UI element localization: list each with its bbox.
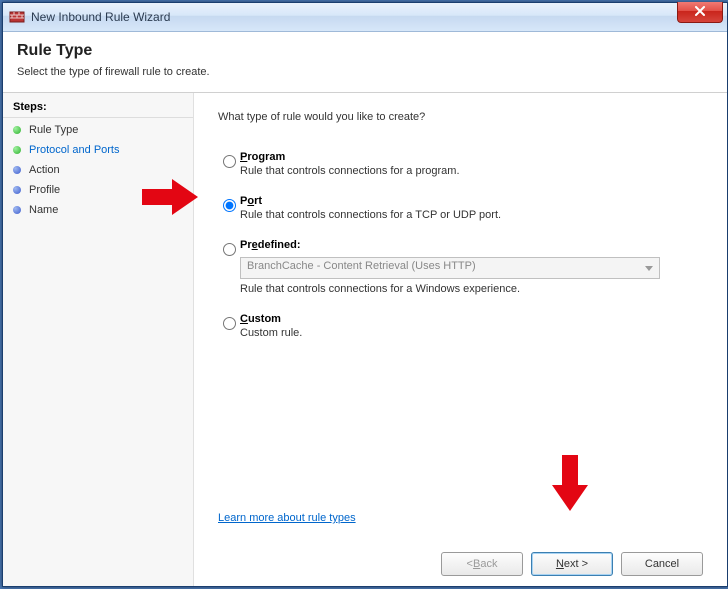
- close-icon: [694, 6, 706, 19]
- step-profile[interactable]: Profile: [3, 180, 193, 200]
- cancel-button[interactable]: Cancel: [621, 552, 703, 576]
- page-title: Rule Type: [17, 42, 713, 60]
- steps-heading: Steps:: [3, 99, 193, 118]
- step-protocol-ports[interactable]: Protocol and Ports: [3, 140, 193, 160]
- predefined-select-value: BranchCache - Content Retrieval (Uses HT…: [247, 260, 476, 272]
- window-title: New Inbound Rule Wizard: [31, 10, 170, 24]
- wizard-buttons: < Back Next > Cancel: [218, 532, 703, 576]
- step-rule-type[interactable]: Rule Type: [3, 120, 193, 140]
- step-bullet-icon: [13, 206, 21, 214]
- radio-port[interactable]: [223, 199, 236, 212]
- wizard-header: Rule Type Select the type of firewall ru…: [3, 32, 727, 93]
- predefined-select[interactable]: BranchCache - Content Retrieval (Uses HT…: [240, 257, 660, 279]
- annotation-arrow-next: [552, 455, 588, 511]
- option-program-label: rogram: [247, 151, 285, 163]
- radio-predefined[interactable]: [223, 243, 236, 256]
- page-subtitle: Select the type of firewall rule to crea…: [17, 66, 713, 78]
- step-label: Rule Type: [29, 124, 78, 136]
- close-button[interactable]: [677, 2, 723, 23]
- wizard-body: Steps: Rule Type Protocol and Ports Acti…: [3, 93, 727, 586]
- radio-custom[interactable]: [223, 317, 236, 330]
- step-bullet-icon: [13, 166, 21, 174]
- option-port-label: rt: [254, 195, 262, 207]
- step-name[interactable]: Name: [3, 200, 193, 220]
- option-predefined-label: defined:: [258, 239, 301, 251]
- option-program-desc: Rule that controls connections for a pro…: [240, 165, 703, 177]
- option-custom: Custom Custom rule.: [218, 313, 703, 339]
- rule-type-options: Program Rule that controls connections f…: [218, 151, 703, 357]
- rule-type-prompt: What type of rule would you like to crea…: [218, 111, 703, 123]
- wizard-window: New Inbound Rule Wizard Rule Type Select…: [2, 2, 728, 587]
- next-button[interactable]: Next >: [531, 552, 613, 576]
- step-bullet-icon: [13, 126, 21, 134]
- option-port-desc: Rule that controls connections for a TCP…: [240, 209, 703, 221]
- option-custom-label: ustom: [248, 313, 281, 325]
- step-label: Action: [29, 164, 60, 176]
- learn-more-link[interactable]: Learn more about rule types: [218, 512, 703, 524]
- steps-sidebar: Steps: Rule Type Protocol and Ports Acti…: [3, 93, 194, 586]
- step-bullet-icon: [13, 146, 21, 154]
- titlebar: New Inbound Rule Wizard: [3, 3, 727, 32]
- firewall-icon: [9, 9, 25, 25]
- step-label: Profile: [29, 184, 60, 196]
- step-label: Protocol and Ports: [29, 144, 120, 156]
- back-button: < Back: [441, 552, 523, 576]
- option-port: Port Rule that controls connections for …: [218, 195, 703, 221]
- option-custom-desc: Custom rule.: [240, 327, 703, 339]
- option-program: Program Rule that controls connections f…: [218, 151, 703, 177]
- radio-program[interactable]: [223, 155, 236, 168]
- option-predefined: Predefined: BranchCache - Content Retrie…: [218, 239, 703, 295]
- main-pane: What type of rule would you like to crea…: [194, 93, 727, 586]
- step-label: Name: [29, 204, 58, 216]
- step-action[interactable]: Action: [3, 160, 193, 180]
- option-predefined-desc: Rule that controls connections for a Win…: [240, 283, 703, 295]
- step-bullet-icon: [13, 186, 21, 194]
